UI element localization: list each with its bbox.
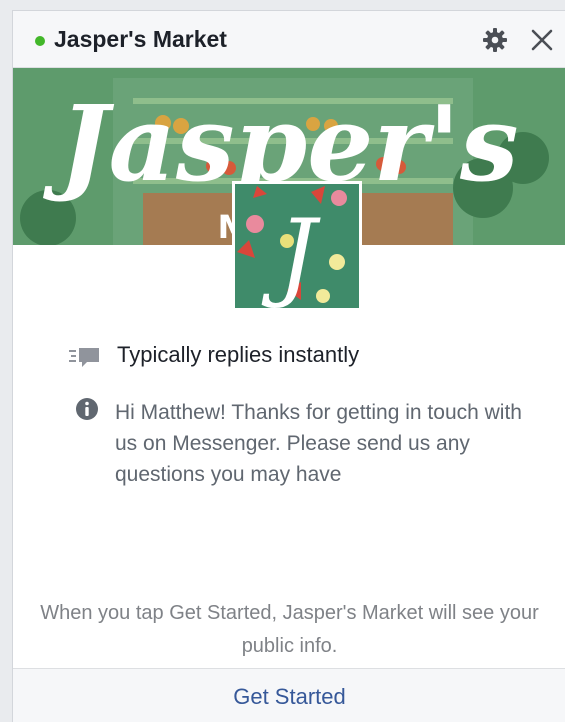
chat-header: Jasper's Market xyxy=(13,11,565,68)
chat-footer: Get Started xyxy=(13,668,565,722)
get-started-button[interactable]: Get Started xyxy=(13,669,565,722)
close-icon[interactable] xyxy=(530,28,554,52)
greeting-text: Hi Matthew! Thanks for getting in touch … xyxy=(115,401,522,486)
chat-title: Jasper's Market xyxy=(54,26,227,52)
online-status-icon xyxy=(35,36,45,46)
reply-speed-icon xyxy=(69,348,99,367)
page-profile-picture[interactable]: J xyxy=(232,181,362,311)
response-time-text: Typically replies instantly xyxy=(117,342,360,367)
privacy-notice: When you tap Get Started, Jasper's Marke… xyxy=(40,602,539,657)
messenger-chat-window: Jasper's Market Jasper's J Typically rep… xyxy=(12,10,565,722)
gear-icon[interactable] xyxy=(482,27,508,53)
profile-illustration: J xyxy=(235,184,359,308)
info-icon xyxy=(76,398,98,420)
